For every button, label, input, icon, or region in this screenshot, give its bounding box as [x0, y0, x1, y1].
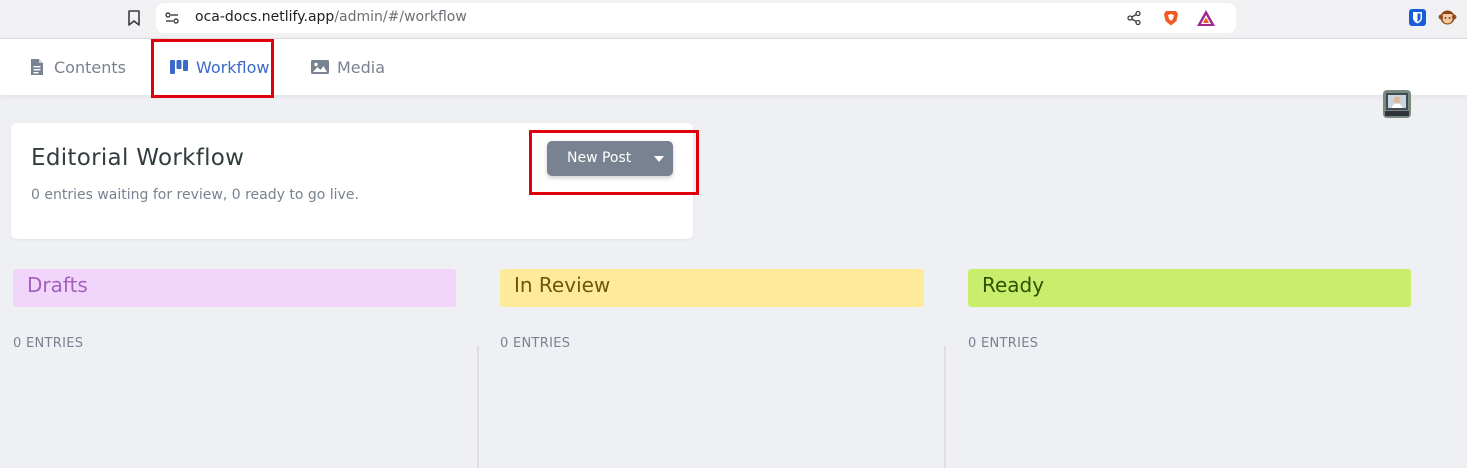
nav-media-label: Media — [337, 57, 386, 77]
image-icon — [311, 60, 329, 74]
address-bar[interactable]: oca-docs.netlify.app/admin/#/workflow — [156, 3, 1236, 33]
nav-media[interactable]: Media — [311, 39, 385, 95]
url-text[interactable]: oca-docs.netlify.app/admin/#/workflow — [195, 9, 467, 25]
column-header-in-review: In Review — [500, 269, 924, 307]
drafts-entry-count: 0 ENTRIES — [13, 336, 84, 351]
nav-workflow[interactable]: Workflow — [170, 39, 269, 95]
column-header-ready: Ready — [968, 269, 1411, 307]
workflow-status-text: 0 entries waiting for review, 0 ready to… — [31, 187, 359, 203]
column-divider — [944, 346, 946, 468]
url-host: oca-docs.netlify.app — [195, 9, 335, 25]
share-icon[interactable] — [1126, 10, 1142, 26]
new-post-button[interactable]: New Post — [547, 141, 673, 176]
column-header-drafts: Drafts — [13, 269, 456, 307]
url-path: /admin/#/workflow — [334, 9, 467, 25]
column-divider — [477, 346, 479, 468]
nav-contents[interactable]: Contents — [28, 39, 126, 95]
document-icon — [31, 59, 43, 75]
monkey-extension-icon[interactable] — [1438, 8, 1457, 27]
avatar[interactable] — [1383, 90, 1411, 118]
site-settings-icon[interactable] — [164, 10, 180, 26]
nav-workflow-label: Workflow — [196, 57, 270, 77]
chevron-down-icon — [654, 156, 664, 162]
ready-entry-count: 0 ENTRIES — [968, 336, 1039, 351]
app-header: Contents Workflow Media — [0, 39, 1467, 118]
bookmark-icon[interactable] — [124, 8, 144, 28]
nav-contents-label: Contents — [54, 57, 126, 77]
in-review-entry-count: 0 ENTRIES — [500, 336, 571, 351]
page-title: Editorial Workflow — [31, 145, 245, 171]
new-post-label: New Post — [567, 150, 632, 166]
workflow-icon — [170, 60, 188, 74]
brave-rewards-icon[interactable] — [1196, 9, 1216, 27]
bitwarden-icon[interactable] — [1409, 9, 1426, 26]
browser-toolbar: oca-docs.netlify.app/admin/#/workflow — [0, 0, 1467, 39]
brave-shield-icon[interactable] — [1162, 9, 1180, 27]
